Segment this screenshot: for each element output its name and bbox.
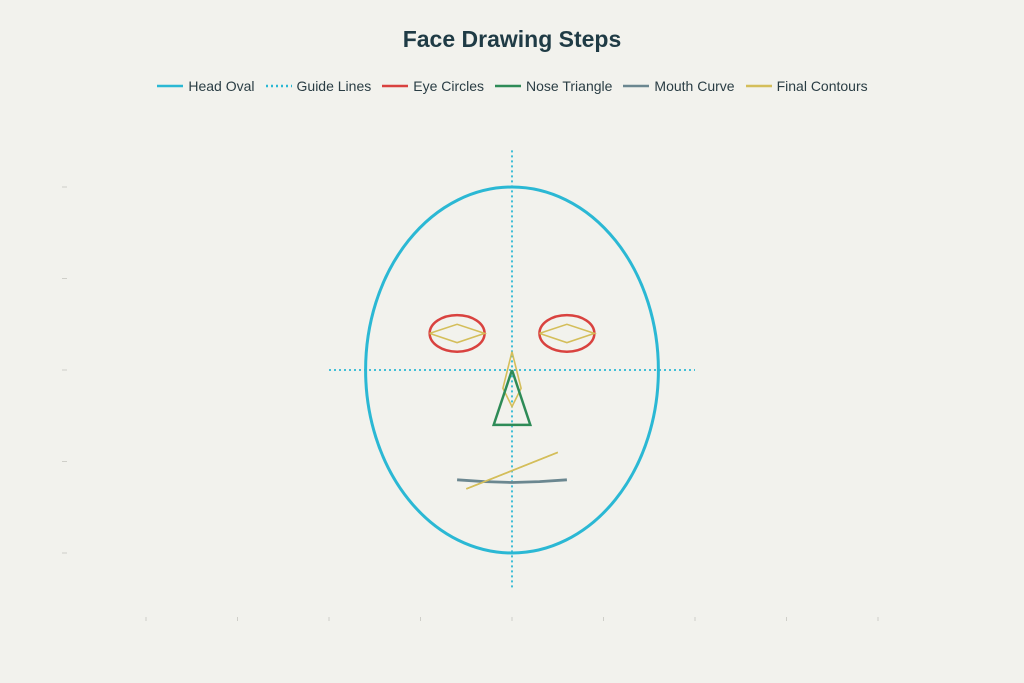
chart-plot-area: [62, 150, 879, 621]
eye-circle: [538, 313, 596, 353]
final-contour: [502, 351, 522, 409]
final-contour: [429, 323, 488, 344]
final-contour: [539, 323, 597, 344]
eye-circle: [428, 313, 486, 353]
mouth-curve: [457, 478, 567, 484]
